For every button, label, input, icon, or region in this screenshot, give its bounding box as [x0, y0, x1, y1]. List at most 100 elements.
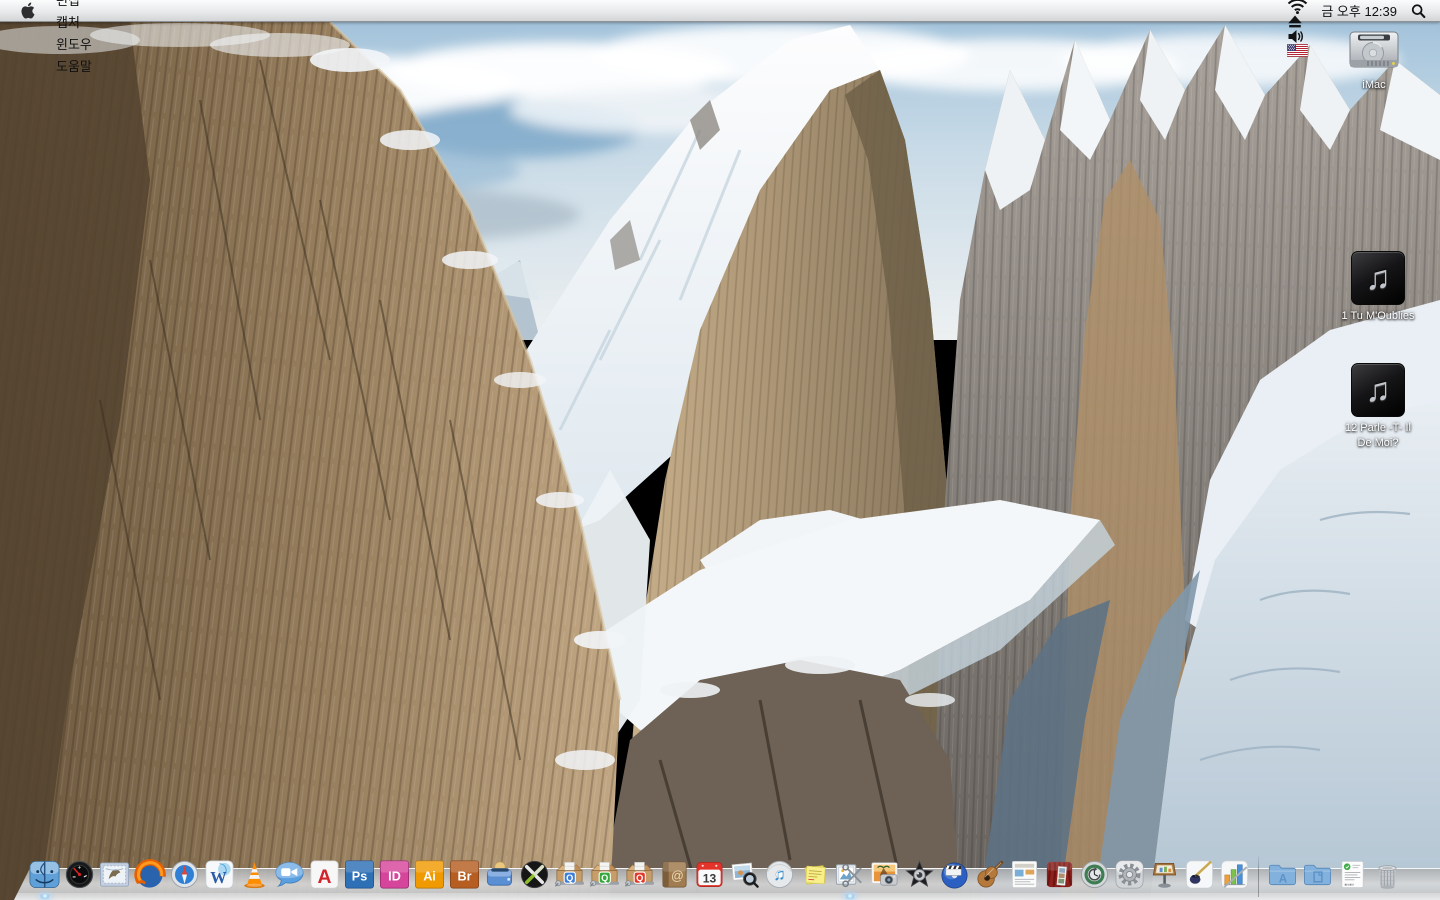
- dock-item-idvd[interactable]: [938, 858, 971, 891]
- garageband-icon: [973, 858, 1006, 891]
- eject-icon[interactable]: [1280, 14, 1315, 29]
- mail-icon: [98, 858, 131, 891]
- iphoto-icon: [868, 858, 901, 891]
- finder-icon: [28, 858, 61, 891]
- dock-item-system-preferences[interactable]: [1113, 858, 1146, 891]
- system-preferences-icon: [1113, 858, 1146, 891]
- dock-item-keynote[interactable]: [1148, 858, 1181, 891]
- numbers-icon: [1218, 858, 1251, 891]
- dock-item-archiver-green[interactable]: Q: [588, 858, 621, 891]
- trash-icon: [1371, 858, 1404, 891]
- svg-text:Ps: Ps: [352, 869, 367, 883]
- iweb-icon: [1008, 858, 1041, 891]
- dock-item-microsoft-word[interactable]: W: [203, 858, 236, 891]
- audio-file-icon: ♫: [1351, 251, 1405, 305]
- svg-text:+: +: [78, 865, 82, 872]
- dock-item-garageband[interactable]: [973, 858, 1006, 891]
- dock-item-documents-folder[interactable]: [1301, 858, 1334, 891]
- desktop-icon-label: 1 Tu M'Oublies: [1341, 309, 1414, 324]
- dashboard-icon: +: [63, 858, 96, 891]
- archiver-green-icon: Q: [588, 858, 621, 891]
- xee-icon: [518, 858, 551, 891]
- dock-item-stickies[interactable]: [798, 858, 831, 891]
- svg-text:Q: Q: [601, 873, 608, 883]
- dock-item-document-stack[interactable]: [1336, 858, 1369, 891]
- dock-item-adobe-acrobat[interactable]: A: [308, 858, 341, 891]
- illustrator-icon: Ai: [413, 858, 446, 891]
- dock-item-preview[interactable]: [728, 858, 761, 891]
- document-stack-icon: [1336, 858, 1369, 891]
- wallpaper-mountains: [0, 0, 1440, 900]
- safari-icon: [168, 858, 201, 891]
- dock-item-indesign[interactable]: ID: [378, 858, 411, 891]
- wifi-icon[interactable]: [1280, 0, 1315, 14]
- dock-item-dashboard[interactable]: +: [63, 858, 96, 891]
- dock-item-toast[interactable]: [483, 858, 516, 891]
- dock-item-ical[interactable]: 13: [693, 858, 726, 891]
- applications-folder-icon: A: [1266, 858, 1299, 891]
- svg-text:@: @: [671, 869, 684, 883]
- dock-item-firefox[interactable]: [133, 858, 166, 891]
- itunes-icon: ♫: [763, 858, 796, 891]
- dock-item-xee[interactable]: [518, 858, 551, 891]
- input-source-us-flag-icon[interactable]: [1280, 44, 1315, 57]
- dock-item-iphoto[interactable]: [868, 858, 901, 891]
- stickies-icon: [798, 858, 831, 891]
- imovie-icon: [903, 858, 936, 891]
- menu-캡처[interactable]: 캡처: [46, 11, 119, 33]
- running-indicator: [39, 894, 51, 899]
- svg-text:Br: Br: [457, 869, 471, 883]
- indesign-icon: ID: [378, 858, 411, 891]
- dock-item-applications-folder[interactable]: A: [1266, 858, 1299, 891]
- dock-item-vlc[interactable]: [238, 858, 271, 891]
- ical-icon: 13: [693, 858, 726, 891]
- apple-menu[interactable]: [10, 2, 46, 19]
- desktop-icon-imac-hd[interactable]: iMac: [1330, 30, 1418, 93]
- pages-icon: [1183, 858, 1216, 891]
- bridge-icon: Br: [448, 858, 481, 891]
- dock-item-illustrator[interactable]: Ai: [413, 858, 446, 891]
- dock-item-archiver-red[interactable]: Q: [623, 858, 656, 891]
- dock-item-ichat[interactable]: [273, 858, 306, 891]
- firefox-icon: [133, 858, 166, 891]
- photoshop-icon: Ps: [343, 858, 376, 891]
- archiver-blue-icon: Q: [553, 858, 586, 891]
- dock-item-time-machine[interactable]: [1078, 858, 1111, 891]
- photo-booth-icon: [1043, 858, 1076, 891]
- dock-item-address-book[interactable]: @: [658, 858, 691, 891]
- volume-icon[interactable]: [1280, 29, 1315, 44]
- dock-item-iweb[interactable]: [1008, 858, 1041, 891]
- spotlight-icon[interactable]: [1405, 3, 1440, 19]
- dock-item-finder[interactable]: [28, 858, 61, 891]
- dock-item-pages[interactable]: [1183, 858, 1216, 891]
- vlc-icon: [238, 858, 271, 891]
- preview-icon: [728, 858, 761, 891]
- menu-도움말[interactable]: 도움말: [46, 55, 119, 77]
- ichat-icon: [273, 858, 306, 891]
- menu-bar: 화면 캡처파일편집캡처윈도우도움말 금 오후 12:39: [0, 0, 1440, 22]
- dock-item-archiver-blue[interactable]: Q: [553, 858, 586, 891]
- audio-file-icon: ♫: [1351, 363, 1405, 417]
- running-indicator: [844, 894, 856, 899]
- dock-item-bridge[interactable]: Br: [448, 858, 481, 891]
- svg-text:♫: ♫: [773, 866, 785, 884]
- dock-item-mail[interactable]: [98, 858, 131, 891]
- dock-item-photoshop[interactable]: Ps: [343, 858, 376, 891]
- svg-text:13: 13: [703, 871, 717, 885]
- dock-item-numbers[interactable]: [1218, 858, 1251, 891]
- toast-icon: [483, 858, 516, 891]
- screen-capture-icon: [833, 858, 866, 891]
- dock-item-screen-capture[interactable]: [833, 858, 866, 891]
- menu-bar-clock[interactable]: 금 오후 12:39: [1315, 1, 1405, 20]
- dock-item-trash[interactable]: [1371, 858, 1404, 891]
- menu-윈도우[interactable]: 윈도우: [46, 33, 119, 55]
- desktop-icon-audio-file-2[interactable]: ♫12 Parle -T- IlDe Moi?: [1328, 363, 1428, 451]
- desktop-icon-audio-file-1[interactable]: ♫ 1 Tu M'Oublies: [1324, 251, 1432, 324]
- svg-text:Q: Q: [566, 873, 573, 883]
- dock-item-itunes[interactable]: ♫: [763, 858, 796, 891]
- archiver-red-icon: Q: [623, 858, 656, 891]
- menu-편집[interactable]: 편집: [46, 0, 119, 11]
- dock-item-imovie[interactable]: [903, 858, 936, 891]
- dock-item-safari[interactable]: [168, 858, 201, 891]
- dock-item-photo-booth[interactable]: [1043, 858, 1076, 891]
